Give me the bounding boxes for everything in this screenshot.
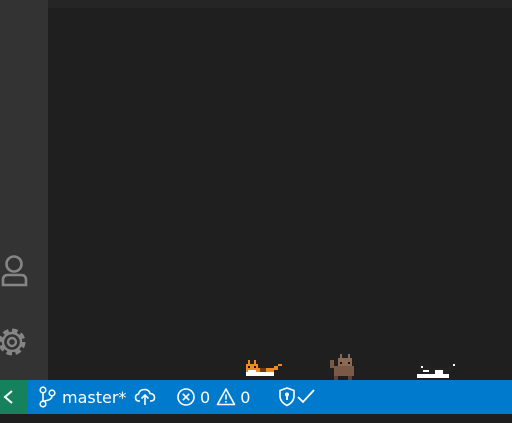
error-count: 0 — [200, 387, 211, 407]
source-control-icon — [39, 386, 56, 408]
sync-status-item[interactable] — [134, 380, 156, 414]
remote-indicator-button[interactable] — [0, 380, 28, 414]
warning-count: 0 — [240, 387, 251, 407]
shield-check-icon — [279, 387, 315, 407]
tuxedo-cat-pet — [417, 360, 455, 378]
status-bar: master* 0 0 — [0, 380, 512, 414]
activity-bar — [0, 0, 48, 380]
gear-icon[interactable] — [0, 322, 30, 362]
warning-icon — [216, 388, 236, 406]
branch-status-item[interactable]: master* — [38, 380, 126, 414]
security-status-item[interactable] — [277, 380, 319, 414]
editor-tab-strip — [48, 0, 512, 8]
remote-chevron-icon — [3, 390, 13, 404]
branch-name: master* — [62, 387, 127, 407]
vscode-window: master* 0 0 — [0, 0, 512, 423]
orange-cat-pet — [246, 360, 282, 376]
problems-status-item[interactable]: 0 0 — [176, 380, 256, 414]
window-bottom-edge — [0, 414, 512, 423]
brown-cat-pet — [330, 354, 354, 380]
editor-area — [48, 0, 512, 380]
error-icon — [177, 388, 195, 406]
cloud-upload-icon — [134, 388, 156, 405]
account-icon[interactable] — [0, 250, 30, 290]
